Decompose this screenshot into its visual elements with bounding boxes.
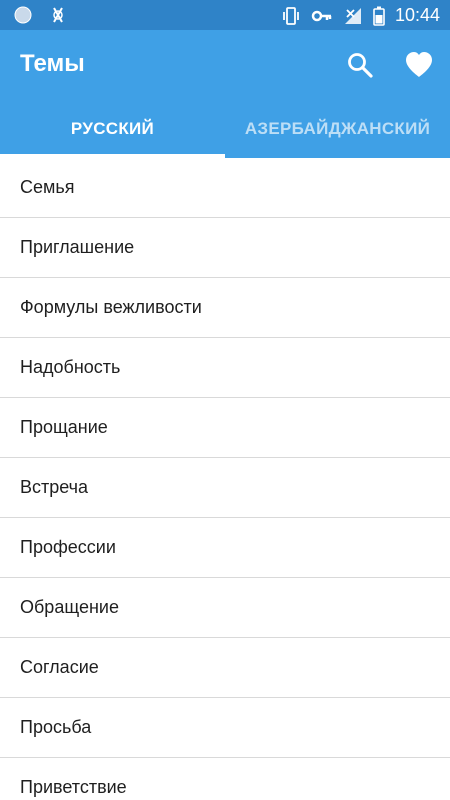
list-item[interactable]: Обращение xyxy=(0,578,450,638)
signal-icon xyxy=(344,7,361,24)
status-right: 10:44 xyxy=(281,5,440,26)
list-item[interactable]: Профессии xyxy=(0,518,450,578)
tab-azerbaijani-label: АЗЕРБАЙДЖАНСКИЙ xyxy=(244,119,431,138)
list-item[interactable]: Согласие xyxy=(0,638,450,698)
list-item[interactable]: Просьба xyxy=(0,698,450,758)
tab-bar: РУССКИЙ АЗЕРБАЙДЖАНСКИЙ xyxy=(0,100,450,158)
tab-azerbaijani[interactable]: АЗЕРБАЙДЖАНСКИЙ xyxy=(225,100,450,158)
circle-notification-icon xyxy=(14,6,32,24)
list-item-label: Просьба xyxy=(20,717,92,737)
list-item[interactable]: Прощание xyxy=(0,398,450,458)
debug-icon xyxy=(53,7,63,23)
list-item[interactable]: Формулы вежливости xyxy=(0,278,450,338)
vibrate-icon xyxy=(283,6,299,25)
heart-icon xyxy=(406,52,432,77)
list-item-label: Согласие xyxy=(20,657,99,677)
tab-russian-label: РУССКИЙ xyxy=(70,119,155,138)
list-item-label: Встреча xyxy=(20,477,89,497)
battery-icon xyxy=(373,6,385,26)
status-time: 10:44 xyxy=(394,5,440,25)
list-item-label: Семья xyxy=(20,177,75,197)
list-item[interactable]: Встреча xyxy=(0,458,450,518)
page-title: Темы xyxy=(20,50,85,77)
tab-russian[interactable]: РУССКИЙ xyxy=(0,100,225,158)
list-item-label: Профессии xyxy=(20,537,116,557)
search-icon xyxy=(348,53,373,78)
vpn-key-icon xyxy=(311,10,332,21)
topic-list: Семья Приглашение Формулы вежливости Над… xyxy=(0,158,450,800)
search-button[interactable] xyxy=(345,50,375,80)
list-item[interactable]: Приглашение xyxy=(0,218,450,278)
status-bar: 10:44 xyxy=(0,0,450,30)
list-item-label: Обращение xyxy=(20,597,119,617)
list-item-label: Надобность xyxy=(20,357,121,377)
list-item[interactable]: Приветствие xyxy=(0,758,450,800)
list-item[interactable]: Надобность xyxy=(0,338,450,398)
list-item-label: Приветствие xyxy=(20,777,127,797)
list-item-label: Прощание xyxy=(20,417,108,437)
status-left xyxy=(14,6,66,24)
list-item[interactable]: Семья xyxy=(0,158,450,218)
app-bar: Темы xyxy=(0,30,450,100)
favorites-button[interactable] xyxy=(404,50,434,80)
list-item-label: Приглашение xyxy=(20,237,135,257)
list-item-label: Формулы вежливости xyxy=(20,297,202,317)
